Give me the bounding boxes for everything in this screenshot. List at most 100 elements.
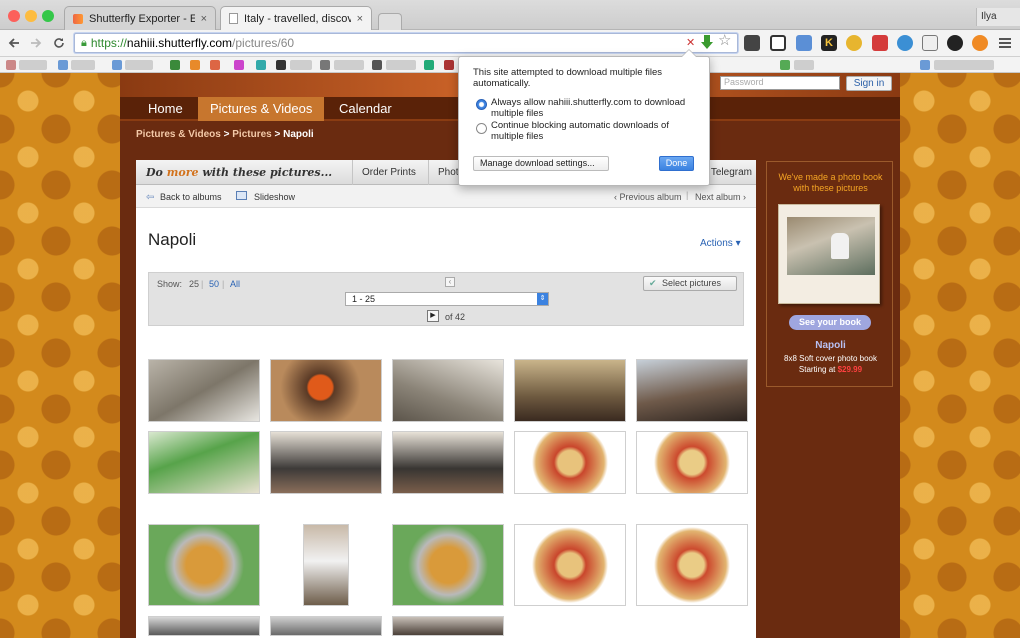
extension-folder-icon[interactable] — [796, 35, 812, 51]
bookmark-label[interactable] — [125, 60, 153, 70]
menu-icon[interactable] — [998, 35, 1012, 51]
extension-coin-icon[interactable] — [846, 35, 862, 51]
photo-thumbnail-pizza[interactable] — [514, 431, 626, 494]
photo-thumbnail-people[interactable] — [392, 431, 504, 494]
bookmark-icon[interactable] — [780, 60, 790, 70]
photo-thumbnail-people[interactable] — [392, 616, 504, 636]
bookmark-label[interactable] — [794, 60, 814, 70]
block-downloads-radio[interactable] — [476, 123, 487, 134]
photo-thumbnail-table[interactable] — [148, 431, 260, 494]
extension-puzzle-icon[interactable] — [744, 35, 760, 51]
bookmark-label[interactable] — [290, 60, 312, 70]
block-downloads-label[interactable]: Continue blocking automatic downloads of… — [491, 120, 687, 142]
extension-k-icon[interactable]: K — [821, 35, 837, 51]
photo-thumbnail-food[interactable] — [148, 524, 260, 606]
prev-page-button[interactable]: ‹ — [445, 277, 455, 287]
back-to-albums-link[interactable]: Back to albums — [160, 192, 222, 202]
extension-smile-icon[interactable] — [972, 35, 988, 51]
photobook-name[interactable]: Napoli — [767, 340, 894, 351]
nav-calendar[interactable]: Calendar — [327, 97, 404, 121]
close-tab-icon[interactable]: × — [201, 13, 207, 25]
photo-thumbnail-people[interactable] — [270, 431, 382, 494]
photo-thumbnail-pizza[interactable] — [636, 524, 748, 606]
bookmark-label[interactable] — [386, 60, 416, 70]
photo-thumbnail-chef[interactable] — [303, 524, 349, 606]
signin-button[interactable]: Sign in — [846, 76, 892, 91]
telegram-button[interactable]: Telegram — [706, 160, 756, 185]
bookmark-icon[interactable] — [444, 60, 454, 70]
bookmark-icon[interactable] — [424, 60, 434, 70]
bookmark-label[interactable] — [334, 60, 364, 70]
bookmark-label[interactable] — [71, 60, 95, 70]
actions-dropdown[interactable]: Actions ▾ — [700, 238, 741, 249]
nav-pictures-videos[interactable]: Pictures & Videos — [198, 97, 325, 121]
photo-thumbnail-people[interactable] — [148, 616, 260, 636]
minimize-window-icon[interactable] — [25, 10, 37, 22]
photo-thumbnail-restaurant[interactable] — [636, 359, 748, 422]
bookmark-star-icon[interactable]: ☆ — [718, 33, 734, 49]
manage-download-settings-button[interactable]: Manage download settings... — [473, 156, 609, 171]
extension-square-icon[interactable] — [770, 35, 786, 51]
breadcrumb-pictures[interactable]: Pictures — [232, 129, 271, 140]
show-50[interactable]: 50 — [209, 279, 219, 289]
next-album-link[interactable]: Next album › — [695, 192, 746, 202]
done-button[interactable]: Done — [659, 156, 694, 171]
zoom-window-icon[interactable] — [42, 10, 54, 22]
show-25[interactable]: 25 — [189, 279, 199, 289]
bookmark-icon[interactable] — [372, 60, 382, 70]
photo-thumbnail-pizza[interactable] — [636, 431, 748, 494]
next-page-button[interactable]: ▶ — [427, 310, 439, 322]
photo-thumbnail-food[interactable] — [392, 524, 504, 606]
bookmark-icon[interactable] — [190, 60, 200, 70]
photobook-cover[interactable] — [778, 204, 880, 304]
address-bar[interactable]: 🔒︎ https://nahiii.shutterfly.com/picture… — [74, 33, 738, 53]
order-prints-button[interactable]: Order Prints — [352, 160, 425, 185]
photo-thumbnail-people[interactable] — [270, 616, 382, 636]
see-your-book-button[interactable]: See your book — [789, 315, 871, 330]
select-pictures-button[interactable]: ✔ Select pictures — [643, 276, 737, 291]
bookmark-icon[interactable] — [210, 60, 220, 70]
page-range-select[interactable]: 1 - 25 ⇕ — [345, 292, 549, 306]
extension-compass-icon[interactable] — [897, 35, 913, 51]
close-tab-icon[interactable]: × — [357, 13, 363, 25]
reload-icon[interactable] — [50, 34, 68, 52]
bookmark-icon[interactable] — [170, 60, 180, 70]
bookmark-label[interactable] — [934, 60, 994, 70]
bookmark-folder-icon[interactable] — [920, 60, 930, 70]
password-input[interactable]: Password — [720, 76, 840, 90]
photo-thumbnail-kitchen[interactable] — [148, 359, 260, 422]
bookmark-folder-icon[interactable] — [112, 60, 122, 70]
back-icon[interactable] — [5, 34, 23, 52]
close-window-icon[interactable] — [8, 10, 20, 22]
tab-italy[interactable]: Italy - travelled, discovered × — [220, 6, 372, 30]
show-all[interactable]: All — [230, 279, 240, 289]
download-arrow-icon[interactable] — [700, 34, 714, 50]
bookmark-icon[interactable] — [6, 60, 16, 70]
extension-eye-icon[interactable] — [947, 35, 963, 51]
tab-shutterfly-exporter[interactable]: Shutterfly Exporter - Edit it × — [64, 6, 216, 30]
slideshow-link[interactable]: Slideshow — [254, 192, 295, 202]
extension-shutterfly-icon[interactable] — [922, 35, 938, 51]
allow-downloads-radio[interactable] — [476, 99, 487, 110]
nav-home[interactable]: Home — [136, 97, 195, 121]
previous-album-link[interactable]: ‹ Previous album — [614, 192, 682, 202]
breadcrumb-pictures-videos[interactable]: Pictures & Videos — [136, 129, 221, 140]
blocked-download-icon[interactable]: ✕ — [686, 37, 698, 49]
popup-message: This site attempted to download multiple… — [473, 67, 663, 89]
bookmark-icon[interactable] — [320, 60, 330, 70]
new-tab-button[interactable] — [378, 13, 402, 30]
extension-shield-icon[interactable] — [872, 35, 888, 51]
bookmark-icon[interactable] — [276, 60, 286, 70]
photo-thumbnail-kitchen[interactable] — [392, 359, 504, 422]
photo-thumbnail-pizza[interactable] — [514, 524, 626, 606]
breadcrumb-current: Napoli — [283, 129, 314, 140]
bookmark-folder-icon[interactable] — [58, 60, 68, 70]
profile-button[interactable]: Ilya — [976, 8, 1020, 26]
allow-downloads-label[interactable]: Always allow nahiii.shutterfly.com to do… — [491, 97, 687, 119]
bookmark-label[interactable] — [19, 60, 47, 70]
bookmark-icon[interactable] — [234, 60, 244, 70]
photo-thumbnail-restaurant[interactable] — [514, 359, 626, 422]
forward-icon[interactable] — [27, 34, 45, 52]
bookmark-icon[interactable] — [256, 60, 266, 70]
photo-thumbnail-oven[interactable] — [270, 359, 382, 422]
